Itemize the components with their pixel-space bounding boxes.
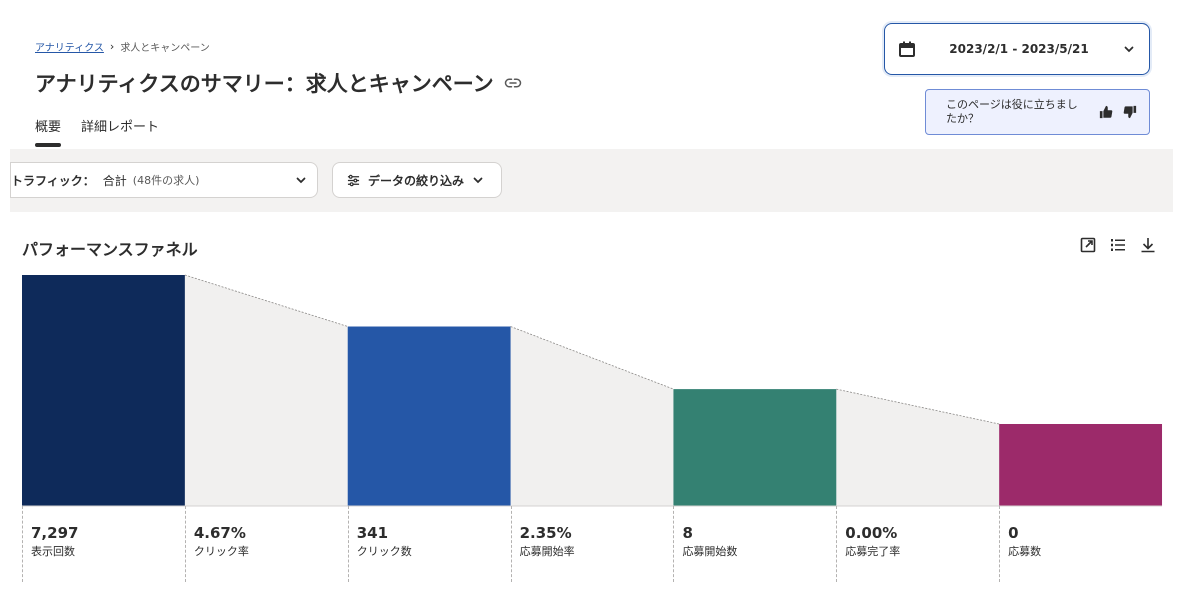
thumbs-down-icon[interactable] [1123,105,1137,119]
stat-completion-rate: 0.00% 応募完了率 [836,506,999,582]
chevron-down-icon [295,174,307,186]
performance-funnel-chart [22,274,1163,507]
stat-clicks: 341 クリック数 [347,506,511,582]
stat-label: 応募開始率 [519,545,575,558]
chevron-down-icon [1123,43,1135,55]
funnel-connector [184,275,348,506]
stat-value: 0 [1008,524,1019,542]
stat-label: 応募数 [1008,545,1042,558]
breadcrumb-separator: › [109,40,115,53]
stat-label: クリック数 [356,545,412,558]
funnel-bar-apply-starts[interactable] [673,389,837,506]
stat-value: 7,297 [31,524,79,542]
traffic-select[interactable]: トラフィック： 合計 (48件の求人) [10,162,318,198]
stat-click-rate: 4.67% クリック率 [184,506,348,582]
stat-value: 4.67% [193,524,246,542]
funnel-stats: 7,297 表示回数 4.67% クリック率 341 クリック数 2.35% 応募開始率… [22,506,1162,582]
traffic-value: 合計 [102,173,127,188]
funnel-bar-applies[interactable] [999,423,1163,506]
feedback-question: このページは役に立ちましたか？ [946,98,1078,125]
chart-toolbar [1080,237,1156,253]
stat-value: 0.00% [845,524,898,542]
date-range-value: 2023/2/1 - 2023/5/21 [949,42,1089,56]
tab-overview[interactable]: 概要 [35,116,62,147]
traffic-job-count: (48件の求人) [132,174,200,187]
stat-label: 応募開始数 [682,545,738,558]
stat-label: クリック率 [193,545,249,558]
thumbs-up-icon[interactable] [1099,105,1113,119]
stat-applies: 0 応募数 [999,506,1162,582]
feedback-prompt: このページは役に立ちましたか？ [925,89,1150,135]
link-icon[interactable] [504,74,522,92]
stat-apply-start-rate: 2.35% 応募開始率 [510,506,674,582]
stat-label: 表示回数 [31,545,75,558]
section-title: パフォーマンスファネル [22,240,198,259]
data-filter-label: データの絞り込み [368,173,465,188]
breadcrumb-current: 求人とキャンペーン [120,43,210,54]
funnel-connector [836,389,1000,506]
data-filter-button[interactable]: データの絞り込み [332,162,502,198]
date-range-picker[interactable]: 2023/2/1 - 2023/5/21 [884,23,1150,75]
stat-value: 8 [682,524,693,542]
list-icon[interactable] [1110,237,1126,253]
page-title-row: アナリティクスのサマリー：求人とキャンペーン [35,68,522,98]
page-title: アナリティクスのサマリー：求人とキャンペーン [35,72,494,96]
stat-label: 応募完了率 [845,545,901,558]
open-external-icon[interactable] [1080,237,1096,253]
funnel-connector [510,326,674,506]
breadcrumb-link-analytics[interactable]: アナリティクス [35,39,104,54]
download-icon[interactable] [1140,237,1156,253]
funnel-bar-clicks[interactable] [347,326,511,506]
stat-value: 341 [356,524,389,542]
breadcrumb: アナリティクス › 求人とキャンペーン [35,39,210,54]
stat-impressions: 7,297 表示回数 [22,506,185,582]
tab-bar: 概要 詳細レポート [35,116,159,147]
tab-detailed-report[interactable]: 詳細レポート [81,116,159,147]
stat-value: 2.35% [519,524,572,542]
sliders-icon [347,174,360,187]
chevron-down-icon [472,174,484,186]
traffic-label: トラフィック： [11,173,95,188]
filter-bar: トラフィック： 合計 (48件の求人) データの絞り込み [10,149,1173,212]
stat-apply-starts: 8 応募開始数 [673,506,836,582]
funnel-bar-impressions[interactable] [22,275,185,506]
calendar-icon [899,41,915,57]
